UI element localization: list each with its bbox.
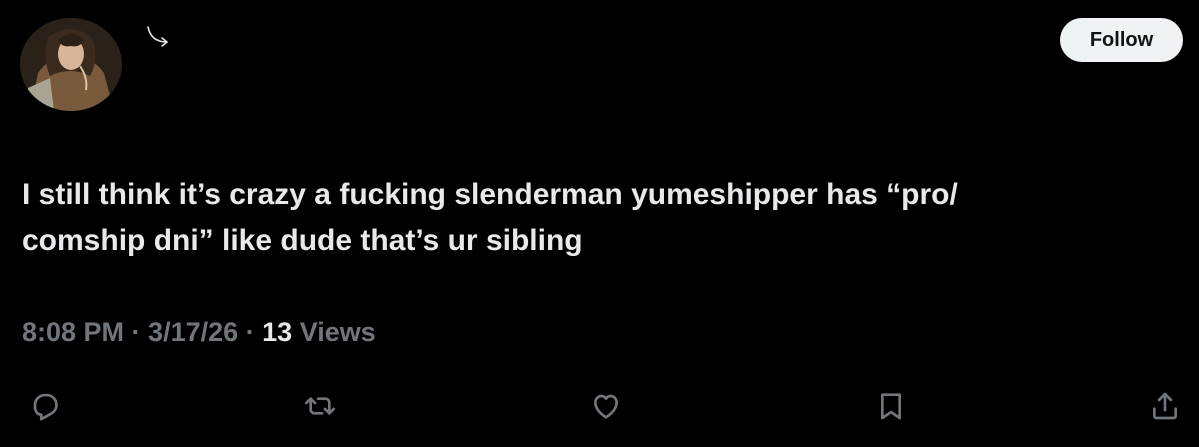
tweet-date[interactable]: 3/17/26 <box>148 317 238 347</box>
reply-icon <box>33 393 58 421</box>
tweet-text: I still think it’s crazy a fucking slend… <box>22 178 958 257</box>
views-label: Views <box>292 317 376 347</box>
views-count: 13 <box>262 317 293 347</box>
retweet-icon <box>304 397 336 415</box>
profile-photo <box>20 18 122 111</box>
share-icon <box>1153 392 1177 420</box>
like-icon <box>594 394 618 419</box>
avatar[interactable] <box>20 18 122 111</box>
like-button[interactable] <box>583 383 629 429</box>
meta-separator: · <box>238 317 263 347</box>
follow-button[interactable]: Follow <box>1060 18 1183 62</box>
retweet-button[interactable] <box>297 383 343 429</box>
meta-separator: · <box>124 317 149 347</box>
reply-button[interactable] <box>22 383 68 429</box>
curved-arrow-icon <box>147 26 168 47</box>
action-bar <box>0 383 1199 433</box>
tweet-meta: 8:08 PM · 3/17/26 · 13 Views <box>22 317 376 348</box>
tweet-time[interactable]: 8:08 PM <box>22 317 124 347</box>
bookmark-icon <box>881 393 901 420</box>
share-button[interactable] <box>1142 383 1188 429</box>
bookmark-button[interactable] <box>868 383 914 429</box>
